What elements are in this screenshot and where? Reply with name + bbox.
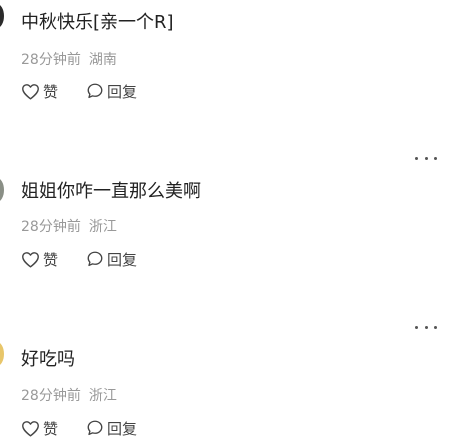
- comment-time: 28分钟前: [21, 388, 81, 404]
- speech-bubble-icon: [87, 251, 103, 267]
- comment-actions: 赞 回复: [21, 248, 165, 270]
- reply-label: 回复: [107, 250, 138, 269]
- like-label: 赞: [43, 419, 59, 438]
- heart-outline-icon: [22, 83, 39, 100]
- comment-meta: 28分钟前 湖南: [21, 50, 117, 70]
- avatar[interactable]: [0, 178, 4, 202]
- comment-meta: 28分钟前 浙江: [21, 386, 117, 406]
- like-button[interactable]: 赞: [21, 249, 58, 270]
- avatar[interactable]: [0, 4, 4, 28]
- more-options-button[interactable]: [415, 153, 437, 163]
- more-options-button[interactable]: [415, 322, 437, 332]
- like-button[interactable]: 赞: [21, 81, 58, 102]
- comment-text: 中秋快乐[亲一个R]: [21, 12, 174, 33]
- comment-region: 浙江: [88, 219, 117, 235]
- like-label: 赞: [43, 82, 59, 101]
- heart-outline-icon: [22, 251, 39, 268]
- heart-outline-icon: [22, 420, 39, 437]
- reply-label: 回复: [107, 82, 138, 101]
- comment-meta: 28分钟前 浙江: [21, 217, 117, 237]
- speech-bubble-icon: [87, 420, 103, 436]
- ellipsis-icon: [434, 325, 437, 329]
- reply-button[interactable]: 回复: [86, 249, 137, 270]
- avatar[interactable]: [0, 342, 4, 366]
- speech-bubble-icon: [87, 83, 103, 99]
- comment-region: 浙江: [88, 388, 117, 404]
- reply-label: 回复: [107, 419, 138, 438]
- reply-button[interactable]: 回复: [86, 81, 137, 102]
- comment-text: 好吃吗: [21, 349, 75, 370]
- comment-time: 28分钟前: [21, 219, 81, 235]
- ellipsis-icon: [415, 325, 418, 329]
- ellipsis-icon: [424, 325, 428, 329]
- ellipsis-icon: [434, 156, 437, 160]
- comment-actions: 赞 回复: [21, 417, 165, 439]
- ellipsis-icon: [415, 156, 418, 160]
- comment-actions: 赞 回复: [21, 80, 165, 102]
- comment-time: 28分钟前: [21, 52, 81, 68]
- comment-text: 姐姐你咋一直那么美啊: [21, 181, 201, 202]
- like-label: 赞: [43, 250, 59, 269]
- like-button[interactable]: 赞: [21, 418, 58, 439]
- ellipsis-icon: [424, 156, 428, 160]
- reply-button[interactable]: 回复: [86, 418, 137, 439]
- comment-region: 湖南: [88, 52, 117, 68]
- comment-list: 中秋快乐[亲一个R] 28分钟前 湖南 赞 回复 姐姐你咋一直那么美啊 28分钟…: [0, 0, 459, 448]
